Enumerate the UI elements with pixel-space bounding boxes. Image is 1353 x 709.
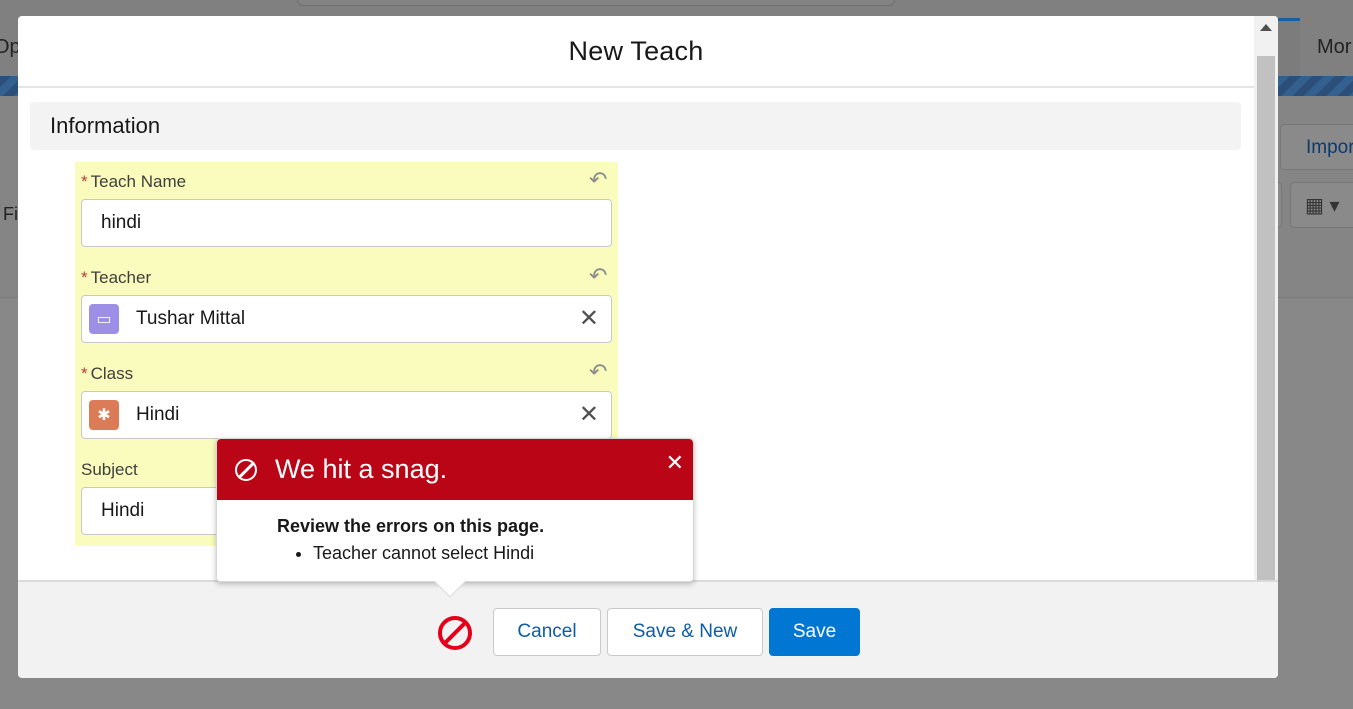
undo-icon[interactable]: ↶ [589, 361, 609, 383]
modal-title: New Teach [568, 35, 704, 66]
section-information[interactable]: Information [30, 102, 1241, 150]
error-popover-body: Review the errors on this page. Teacher … [217, 500, 693, 564]
modal-scrollbar[interactable] [1254, 16, 1278, 678]
section-title: Information [50, 113, 161, 138]
error-list: Teacher cannot select Hindi [277, 543, 693, 564]
teacher-label-text: Teacher [90, 268, 152, 287]
teacher-label: * Teacher [81, 268, 151, 288]
error-item[interactable]: Teacher cannot select Hindi [313, 543, 693, 564]
error-ban-icon[interactable] [438, 616, 472, 650]
scroll-thumb[interactable] [1257, 56, 1275, 580]
subject-label-text: Subject [81, 460, 138, 479]
bug-icon: ✱ [89, 400, 119, 430]
background-import-button: Impor [1280, 124, 1353, 170]
error-popover-header: We hit a snag. ✕ [217, 439, 693, 500]
required-marker: * [81, 364, 88, 383]
background-active-tab [1278, 18, 1300, 76]
background-more-tab-fragment: Mor [1317, 36, 1352, 58]
class-label-text: Class [90, 364, 134, 383]
save-button[interactable]: Save [769, 608, 860, 656]
required-marker: * [81, 172, 88, 191]
subject-label: Subject [81, 460, 138, 480]
cancel-button[interactable]: Cancel [493, 608, 601, 656]
close-icon[interactable]: ✕ [666, 452, 684, 474]
background-search [297, 0, 895, 6]
error-heading: Review the errors on this page. [277, 516, 545, 536]
error-popover-title: We hit a snag. [275, 454, 448, 484]
teach-name-label-text: Teach Name [90, 172, 187, 191]
contact-card-icon: ▭ [89, 304, 119, 334]
clear-icon[interactable]: ✕ [579, 403, 599, 427]
undo-icon[interactable]: ↶ [589, 265, 609, 287]
teacher-lookup[interactable]: ▭ Tushar Mittal ✕ [81, 295, 612, 343]
subject-value: Hindi [101, 500, 145, 521]
teach-name-label: * Teach Name [81, 172, 186, 192]
background-table-view-button: ▦ ▾ [1290, 182, 1353, 228]
required-marker: * [81, 268, 88, 287]
class-lookup[interactable]: ✱ Hindi ✕ [81, 391, 612, 439]
modal-footer: Cancel Save & New Save [18, 580, 1278, 678]
table-icon: ▦ ▾ [1305, 195, 1340, 217]
background-import-label: Impor [1306, 137, 1353, 158]
class-label: * Class [81, 364, 133, 384]
class-value: Hindi [136, 404, 180, 425]
error-popover: We hit a snag. ✕ Review the errors on th… [216, 438, 694, 598]
teach-name-value: hindi [101, 212, 142, 233]
modal-header: New Teach [18, 16, 1254, 88]
scroll-up-arrow-icon[interactable] [1260, 24, 1272, 31]
undo-icon[interactable]: ↶ [589, 169, 609, 191]
save-and-new-button[interactable]: Save & New [607, 608, 763, 656]
new-teach-modal: New Teach Information * Teach Name ↶ hind… [18, 16, 1278, 678]
teach-name-input[interactable]: hindi [81, 199, 612, 247]
clear-icon[interactable]: ✕ [579, 307, 599, 331]
teacher-value: Tushar Mittal [136, 308, 246, 329]
ban-icon [235, 458, 257, 481]
